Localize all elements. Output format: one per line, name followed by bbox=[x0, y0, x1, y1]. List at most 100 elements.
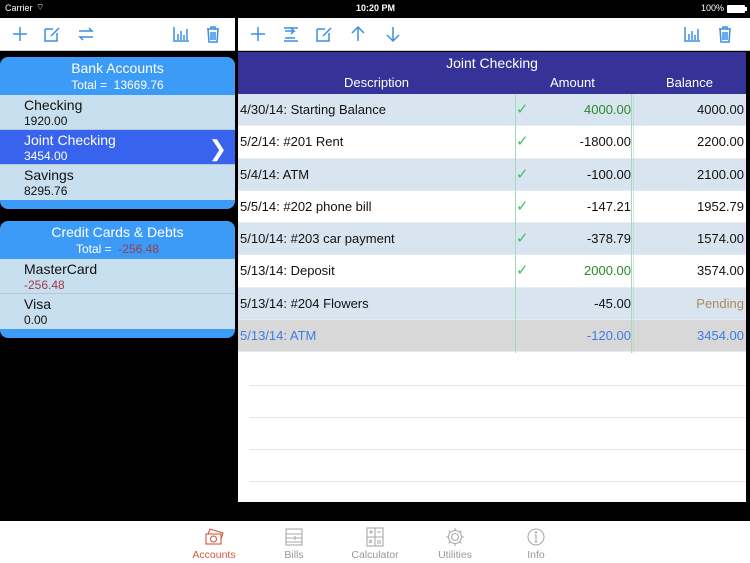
cleared-check-icon[interactable]: ✓ bbox=[516, 197, 529, 215]
tab-label: Calculator bbox=[351, 549, 399, 561]
transaction-description: 5/13/14: ATM bbox=[240, 328, 317, 344]
group-header: Credit Cards & Debts Total = -256.48 bbox=[0, 221, 235, 259]
transaction-row[interactable]: 4/30/14: Starting Balance ✓ 4000.00 4000.00 bbox=[238, 94, 746, 127]
transfer-button[interactable] bbox=[74, 22, 98, 46]
tab-label: Info bbox=[527, 549, 545, 561]
transaction-balance: 3454.00 bbox=[697, 328, 744, 344]
battery-percent: 100% bbox=[700, 3, 724, 13]
transaction-amount: -378.79 bbox=[586, 231, 631, 247]
transaction-amount: -100.00 bbox=[586, 166, 631, 182]
account-visa[interactable]: Visa 0.00 bbox=[0, 294, 235, 329]
empty-row-divider bbox=[249, 449, 746, 450]
register-panel: Joint Checking Description Amount Balanc… bbox=[238, 52, 746, 502]
tab-utilities[interactable]: Utilities bbox=[420, 523, 490, 561]
transfer-icon bbox=[78, 27, 94, 41]
account-joint-checking[interactable]: Joint Checking 3454.00 ❯ bbox=[0, 130, 235, 165]
column-headers: Description Amount Balance bbox=[238, 73, 746, 93]
transaction-row[interactable]: 5/10/14: #203 car payment ✓ -378.79 1574.00 bbox=[238, 223, 746, 256]
account-savings[interactable]: Savings 8295.76 bbox=[0, 165, 235, 200]
transaction-row[interactable]: 5/13/14: #204 Flowers -45.00 Pending bbox=[238, 287, 746, 321]
account-balance: 8295.76 bbox=[24, 184, 68, 198]
transaction-description: 4/30/14: Starting Balance bbox=[240, 102, 386, 117]
move-down-button[interactable] bbox=[381, 22, 405, 46]
clock: 10:20 PM bbox=[356, 3, 396, 13]
tab-label: Utilities bbox=[438, 549, 472, 561]
transaction-balance: 1574.00 bbox=[697, 231, 744, 247]
tab-info[interactable]: Info bbox=[501, 523, 571, 561]
cleared-check-icon[interactable]: ✓ bbox=[516, 229, 529, 247]
group-footer bbox=[0, 329, 235, 338]
account-name: MasterCard bbox=[24, 261, 98, 277]
tab-accounts[interactable]: Accounts bbox=[179, 523, 249, 561]
transaction-row[interactable]: 5/13/14: ATM -120.00 3454.00 bbox=[238, 320, 746, 353]
group-footer bbox=[0, 200, 235, 209]
cleared-check-icon[interactable]: ✓ bbox=[516, 165, 529, 183]
delete-account-button[interactable] bbox=[201, 22, 225, 46]
account-balance: -256.48 bbox=[24, 278, 65, 292]
add-transaction-button[interactable] bbox=[246, 22, 270, 46]
indent-icon bbox=[284, 27, 298, 42]
register-chart-button[interactable] bbox=[680, 22, 704, 46]
arrow-up-icon bbox=[351, 25, 365, 41]
transaction-balance: 4000.00 bbox=[697, 102, 744, 117]
edit-transaction-button[interactable] bbox=[312, 22, 336, 46]
register-header: Joint Checking Description Amount Balanc… bbox=[238, 52, 746, 94]
add-account-button[interactable] bbox=[8, 22, 32, 46]
accounts-toolbar bbox=[0, 18, 235, 51]
empty-row-divider bbox=[249, 417, 746, 418]
indent-button[interactable] bbox=[279, 22, 303, 46]
trash-icon bbox=[207, 26, 219, 43]
chart-button[interactable] bbox=[169, 22, 193, 46]
chevron-right-icon: ❯ bbox=[208, 136, 227, 161]
transaction-balance: 3574.00 bbox=[697, 263, 744, 279]
column-divider bbox=[515, 94, 516, 353]
transaction-description: 5/13/14: Deposit bbox=[240, 263, 335, 279]
gear-icon bbox=[446, 528, 464, 546]
edit-account-button[interactable] bbox=[40, 22, 64, 46]
edit-icon bbox=[44, 27, 60, 42]
carrier-label: Carrier bbox=[5, 3, 33, 13]
empty-row-divider bbox=[249, 481, 746, 482]
group-title: Credit Cards & Debts bbox=[51, 224, 184, 240]
column-description[interactable]: Description bbox=[344, 75, 409, 90]
empty-row-divider bbox=[249, 385, 746, 386]
transaction-description: 5/5/14: #202 phone bill bbox=[240, 198, 372, 214]
cleared-check-icon[interactable]: ✓ bbox=[516, 261, 529, 279]
transaction-row[interactable]: 5/5/14: #202 phone bill ✓ -147.21 1952.79 bbox=[238, 190, 746, 224]
tab-calculator[interactable]: Calculator bbox=[340, 523, 410, 561]
account-name: Joint Checking bbox=[24, 132, 116, 148]
transaction-amount: -120.00 bbox=[586, 328, 631, 344]
move-up-button[interactable] bbox=[346, 22, 370, 46]
tab-bills[interactable]: Bills bbox=[259, 523, 329, 561]
transaction-row[interactable]: 5/4/14: ATM ✓ -100.00 2100.00 bbox=[238, 158, 746, 191]
transaction-description: 5/10/14: #203 car payment bbox=[240, 231, 395, 247]
plus-icon bbox=[13, 27, 27, 41]
column-balance[interactable]: Balance bbox=[666, 75, 713, 90]
edit-icon bbox=[316, 27, 332, 42]
account-mastercard[interactable]: MasterCard -256.48 bbox=[0, 259, 235, 294]
group-total: Total = 13669.76 bbox=[71, 78, 164, 92]
transaction-amount: -147.21 bbox=[586, 198, 631, 214]
bills-icon bbox=[285, 528, 303, 546]
delete-transaction-button[interactable] bbox=[713, 22, 737, 46]
credit-cards-group: Credit Cards & Debts Total = -256.48 Mas… bbox=[0, 221, 235, 338]
account-name: Savings bbox=[24, 167, 74, 183]
tab-bar: Accounts Bills Calculator Utilities Info bbox=[0, 521, 750, 563]
chart-icon bbox=[173, 27, 189, 42]
column-amount[interactable]: Amount bbox=[550, 75, 595, 90]
cleared-check-icon[interactable]: ✓ bbox=[516, 100, 529, 118]
transaction-row[interactable]: 5/13/14: Deposit ✓ 2000.00 3574.00 bbox=[238, 255, 746, 288]
transaction-amount: 4000.00 bbox=[584, 102, 631, 117]
transaction-balance: 1952.79 bbox=[697, 198, 744, 214]
cleared-check-icon[interactable]: ✓ bbox=[516, 132, 529, 150]
transaction-amount: -45.00 bbox=[594, 295, 631, 311]
transaction-balance: Pending bbox=[696, 295, 744, 311]
account-checking[interactable]: Checking 1920.00 bbox=[0, 95, 235, 130]
bank-accounts-group: Bank Accounts Total = 13669.76 Checking … bbox=[0, 57, 235, 209]
group-total: Total = -256.48 bbox=[75, 242, 160, 256]
transaction-description: 5/13/14: #204 Flowers bbox=[240, 295, 369, 311]
tab-label: Accounts bbox=[192, 549, 236, 561]
transaction-row[interactable]: 5/2/14: #201 Rent ✓ -1800.00 2200.00 bbox=[238, 126, 746, 159]
account-name: Checking bbox=[24, 97, 83, 113]
money-icon bbox=[205, 528, 224, 545]
